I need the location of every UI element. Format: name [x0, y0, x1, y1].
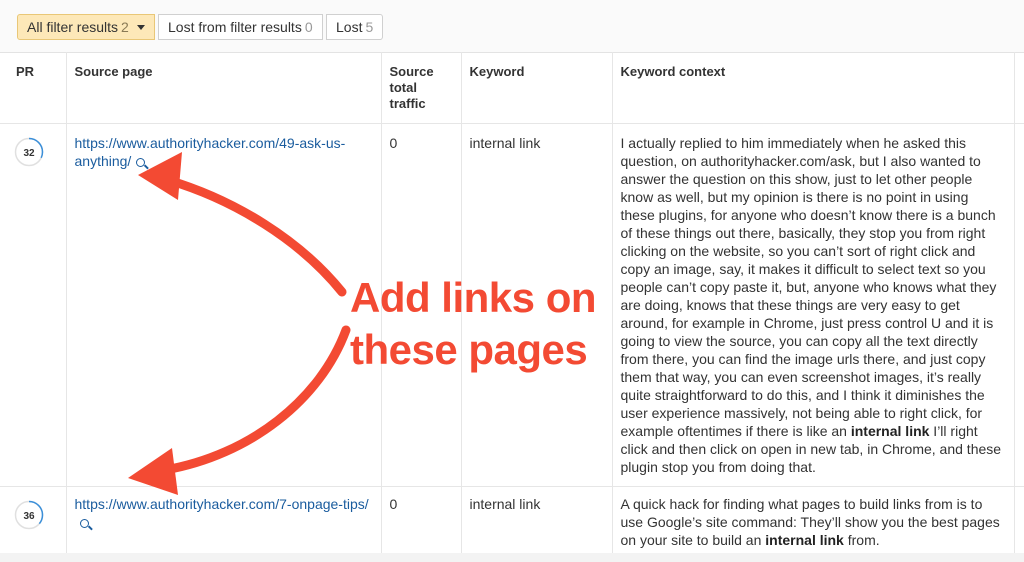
source-page-cell: https://www.authorityhacker.com/7-onpage…: [66, 486, 382, 560]
header-more: [1014, 52, 1024, 124]
pr-rating-ring: 36: [14, 500, 44, 529]
more-cell: [1014, 486, 1024, 560]
pr-cell: 32: [0, 123, 67, 487]
pr-rating-ring: 32: [14, 137, 44, 166]
table-row: 36 https://www.authorityhacker.com/7-onp…: [0, 486, 1024, 560]
source-page-cell: https://www.authorityhacker.com/49-ask-u…: [66, 123, 382, 487]
more-cell: [1014, 123, 1024, 487]
search-icon[interactable]: [79, 518, 89, 528]
pr-value: 36: [23, 511, 35, 522]
filter-lost-from-count: 0: [304, 19, 313, 35]
context-text-after: from.: [843, 531, 880, 548]
annotation-line-1: Add links on: [350, 274, 597, 321]
pr-cell: 36: [0, 486, 67, 560]
traffic-cell: 0: [381, 486, 462, 560]
filter-lost-count: 5: [365, 19, 374, 35]
filter-lost-from-label: Lost from filter results: [168, 19, 302, 35]
context-keyword: internal link: [765, 531, 844, 548]
filter-lost-from-results[interactable]: Lost from filter results 0: [158, 14, 323, 40]
keyword-cell: internal link: [461, 486, 613, 560]
annotation-line-2: these pages: [350, 326, 588, 373]
bottom-scroll-strip: [0, 553, 1024, 562]
filter-all-label: All filter results: [27, 19, 119, 35]
filter-all-results[interactable]: All filter results 2: [17, 14, 155, 40]
context-keyword: internal link: [850, 422, 930, 439]
filter-all-count: 2: [121, 19, 129, 35]
keyword-context-cell: I actually replied to him immediately wh…: [612, 123, 1015, 487]
search-icon[interactable]: [136, 157, 146, 167]
source-page-link[interactable]: https://www.authorityhacker.com/49-ask-u…: [75, 135, 346, 169]
filter-bar: All filter results 2 Lost from filter res…: [0, 0, 1024, 53]
header-source-total-traffic[interactable]: Source total traffic: [381, 52, 462, 124]
chevron-down-icon[interactable]: [136, 25, 145, 30]
keyword-context-cell: A quick hack for finding what pages to b…: [612, 486, 1015, 560]
header-source-page[interactable]: Source page: [66, 52, 382, 124]
filter-lost[interactable]: Lost 5: [326, 14, 384, 40]
annotation-text: Add links on these pages: [350, 272, 600, 376]
source-page-link[interactable]: https://www.authorityhacker.com/7-onpage…: [75, 496, 369, 512]
header-keyword[interactable]: Keyword: [461, 52, 613, 124]
header-keyword-context[interactable]: Keyword context: [612, 52, 1015, 124]
pr-value: 32: [23, 148, 35, 159]
context-text-before: I actually replied to him immediately wh…: [620, 134, 997, 439]
filter-lost-label: Lost: [336, 19, 363, 35]
table-header-row: PR Source page Source total traffic Keyw…: [0, 52, 1024, 124]
header-pr[interactable]: PR: [0, 52, 67, 124]
